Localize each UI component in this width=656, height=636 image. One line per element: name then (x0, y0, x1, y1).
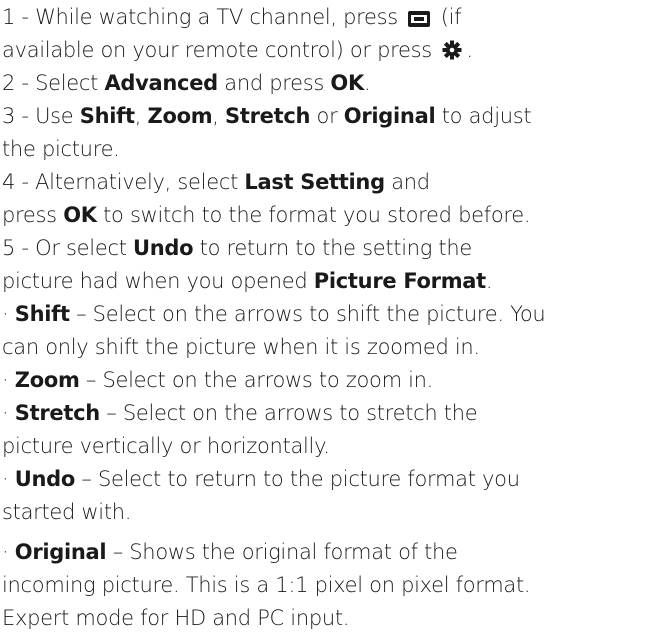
step-1-line-1: 1 - While watching a TV channel, press (… (2, 2, 462, 35)
bullet-dot: · (2, 467, 15, 491)
zoom-keyword: Zoom (147, 104, 213, 128)
step-1-text: 1 - While watching a TV channel, press (2, 5, 405, 29)
bullet-original-line-3: Expert mode for HD and PC input. (2, 606, 350, 630)
step-3-line-2: the picture. (2, 137, 120, 161)
zoom-term: Zoom (14, 368, 80, 392)
bullet-dot: · (2, 368, 15, 392)
stretch-term: Stretch (14, 401, 100, 425)
step-3-line-1: 3 - Use Shift, Zoom, Stretch or Original… (2, 104, 532, 128)
stretch-keyword: Stretch (225, 104, 311, 128)
bullet-original-line-1: · Original – Shows the original format o… (2, 540, 458, 564)
bullet-undo-line-1: · Undo – Select to return to the picture… (2, 467, 520, 491)
step-5-line-2: picture had when you opened Picture Form… (2, 269, 493, 293)
bullet-shift-line-1: · Shift – Select on the arrows to shift … (2, 302, 546, 326)
shift-keyword: Shift (79, 104, 135, 128)
undo-term: Undo (14, 467, 76, 491)
step-1-text-end: (if (434, 5, 462, 29)
bullet-dot: · (2, 302, 15, 326)
step-4-line-2: press OK to switch to the format you sto… (2, 203, 531, 227)
undo-keyword: Undo (133, 236, 194, 260)
bullet-dot: · (2, 401, 15, 425)
last-setting-keyword: Last Setting (244, 170, 385, 194)
picture-format-keyword: Picture Format (313, 269, 486, 293)
step-1-period: . (466, 38, 473, 62)
bullet-stretch-line-2: picture vertically or horizontally. (2, 434, 330, 458)
bullet-original-line-2: incoming picture. This is a 1:1 pixel on… (2, 573, 531, 597)
ok-keyword: OK (330, 71, 364, 95)
ok-keyword: OK (63, 203, 97, 227)
advanced-keyword: Advanced (104, 71, 218, 95)
manual-page: 1 - While watching a TV channel, press (… (0, 0, 656, 636)
bullet-undo-line-2: started with. (2, 500, 132, 524)
shift-term: Shift (14, 302, 70, 326)
original-keyword: Original (343, 104, 436, 128)
step-1-line-2: available on your remote control) or pre… (2, 35, 473, 68)
step-1-text-cont: available on your remote control) or pre… (2, 38, 439, 62)
bullet-dot: · (2, 540, 15, 564)
settings-gear-icon (442, 38, 462, 68)
step-5-line-1: 5 - Or select Undo to return to the sett… (2, 236, 472, 260)
original-term: Original (14, 540, 107, 564)
picture-format-key-icon (408, 5, 431, 35)
bullet-stretch-line-1: · Stretch – Select on the arrows to stre… (2, 401, 478, 425)
step-2-line: 2 - Select Advanced and press OK. (2, 71, 371, 95)
bullet-zoom-line: · Zoom – Select on the arrows to zoom in… (2, 368, 434, 392)
bullet-shift-line-2: can only shift the picture when it is zo… (2, 335, 480, 359)
step-4-line-1: 4 - Alternatively, select Last Setting a… (2, 170, 430, 194)
